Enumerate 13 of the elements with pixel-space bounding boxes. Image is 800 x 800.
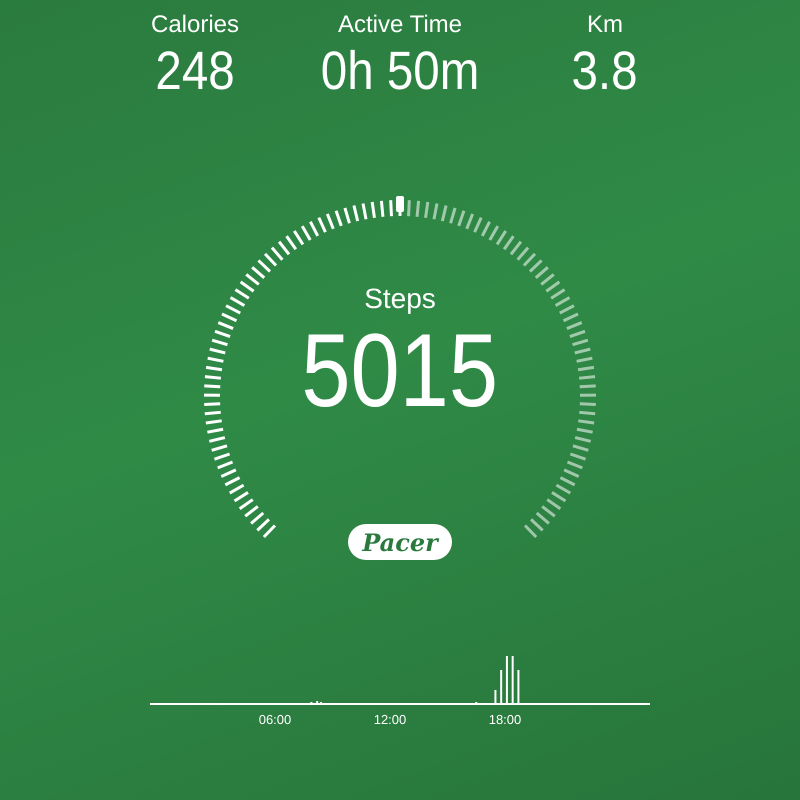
stat-value: 3.8: [572, 40, 638, 102]
steps-label: Steps: [364, 282, 436, 316]
time-label: 12:00: [374, 712, 406, 727]
stat-label: Calories: [150, 10, 240, 40]
stat-value: 248: [155, 40, 235, 102]
stat-value: 0h 50m: [320, 40, 480, 102]
time-label: 06:00: [258, 712, 292, 727]
steps-count: 5015: [302, 316, 498, 426]
time-label: 18:00: [488, 712, 522, 727]
progress-marker: [396, 196, 404, 212]
brand-logo: Pacer: [348, 524, 452, 560]
stat-label: Active Time: [338, 10, 462, 40]
stat-label: Km: [587, 10, 623, 40]
